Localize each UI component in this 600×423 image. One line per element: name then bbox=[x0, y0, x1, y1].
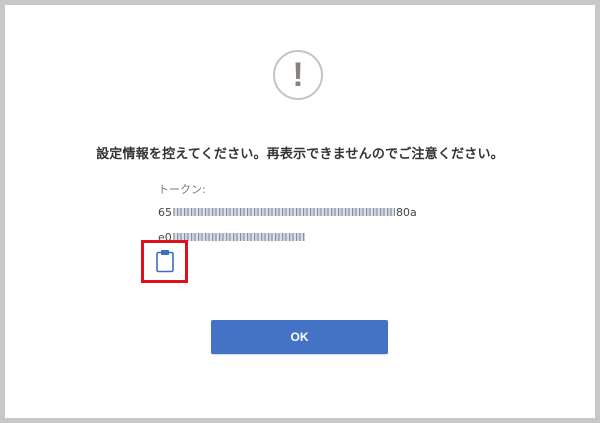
token-mosaic-2 bbox=[172, 233, 305, 241]
clipboard-icon[interactable] bbox=[155, 249, 175, 273]
token-mosaic-1 bbox=[173, 208, 395, 216]
token-line1-prefix: 65 bbox=[158, 205, 172, 219]
warning-message: 設定情報を控えてください。再表示できませんのでご注意ください。 bbox=[96, 147, 504, 162]
token-value-line-1: 65 80a bbox=[158, 205, 417, 219]
exclamation-icon: ! bbox=[273, 50, 323, 100]
token-dialog: ! 設定情報を控えてください。再表示できませんのでご注意ください。 トークン: … bbox=[5, 5, 595, 418]
token-label: トークン: bbox=[158, 183, 206, 196]
token-line1-suffix: 80a bbox=[396, 205, 417, 219]
ok-button[interactable]: OK bbox=[211, 320, 388, 354]
